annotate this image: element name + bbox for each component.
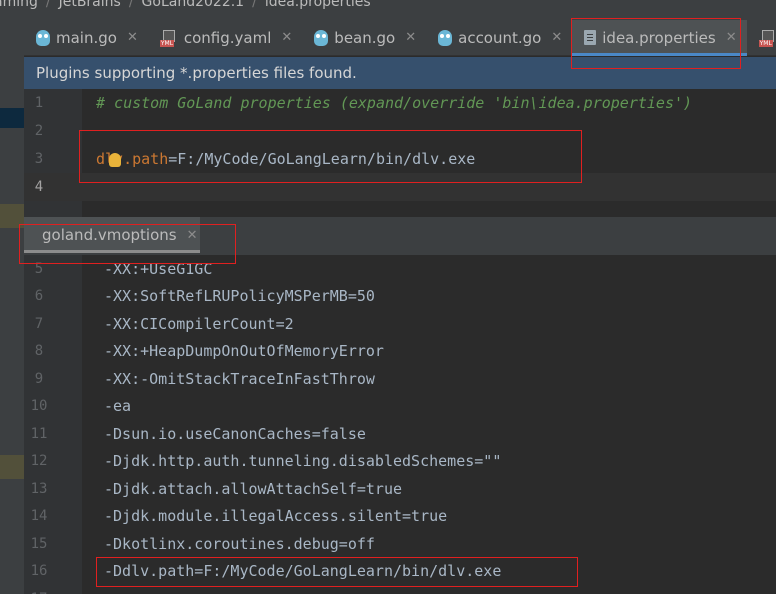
code-line[interactable]: 9 -XX:-OmitStackTraceInFastThrow [24,365,776,393]
notification-text: Plugins supporting *.properties files fo… [36,64,357,82]
editor-tabs: main.go ✕ YML config.yaml ✕ bean.go ✕ ac… [24,19,776,56]
tab-label: account.go [458,28,542,47]
line-number: 11 [30,425,48,442]
code-line[interactable]: 12 -Djdk.http.auth.tunneling.disabledSche… [24,448,776,476]
breadcrumb-item[interactable]: JetBrains [59,0,121,10]
line-number: 1 [34,95,44,111]
rail-selection [0,108,24,128]
tab-idea-properties[interactable]: idea.properties ✕ [572,19,747,56]
code-line[interactable]: 7 -XX:CICompilerCount=2 [24,310,776,338]
breadcrumb-separator: / [128,0,134,10]
line-number: 14 [30,508,48,525]
line-number: 2 [34,123,44,139]
tab-label: main.go [56,28,117,47]
close-icon[interactable]: ✕ [281,30,292,45]
rail-highlight [0,455,24,479]
code-line[interactable]: 10 -ea [24,393,776,421]
breadcrumb-separator: / [252,0,257,10]
code-line[interactable]: 14 -Djdk.module.illegalAccess.silent=true [24,503,776,531]
split-editor-tabs: goland.vmoptions ✕ [24,217,776,255]
tab-label: goland.vmoptions [42,226,177,244]
line-number: 10 [30,398,48,415]
tab-main-go[interactable]: main.go ✕ [24,20,148,56]
code-line[interactable]: 5 -XX:+UseG1GC [24,255,776,283]
left-tool-rail [0,20,24,594]
tab-label: idea.properties [602,28,716,47]
line-number: 16 [30,563,48,580]
gopher-icon [314,29,329,46]
code-line[interactable]: 6 -XX:SoftRefLRUPolicyMSPerMB=50 [24,283,776,311]
tab-account-go[interactable]: account.go ✕ [426,20,572,56]
code-text: -XX:+UseG1GC [104,259,213,278]
tab-goland-vmoptions[interactable]: goland.vmoptions ✕ [24,217,200,253]
breadcrumb-item[interactable]: idea.properties [265,0,371,10]
gopher-icon [36,29,50,46]
line-number: 9 [34,370,44,387]
tab-bean-go[interactable]: bean.go ✕ [302,20,426,56]
code-line[interactable]: 1 # custom GoLand properties (expand/ove… [24,89,776,117]
gopher-icon [438,29,453,46]
line-number: 6 [34,288,44,305]
line-number: 8 [34,343,44,360]
breadcrumb-separator: / [45,0,51,10]
code-text: -Dsun.io.useCanonCaches=false [104,424,366,443]
properties-editor[interactable]: 1 # custom GoLand properties (expand/ove… [24,89,776,217]
line-number: 13 [30,480,48,497]
line-number: 7 [34,315,44,332]
property-key: dlv.path [96,150,169,168]
code-text: -XX:SoftRefLRUPolicyMSPerMB=50 [104,287,375,306]
code-line[interactable]: 16 -Ddlv.path=F:/MyCode/GoLangLearn/bin/d… [24,558,776,586]
code-text: -Djdk.attach.allowAttachSelf=true [104,479,403,498]
line-number: 4 [34,179,44,195]
property-separator: = [168,150,178,168]
code-text: -XX:+HeapDumpOnOutOfMemoryError [104,342,384,361]
code-text: -Dkotlinx.coroutines.debug=off [104,534,375,553]
line-number: 3 [34,151,44,167]
code-line[interactable]: 15 -Dkotlinx.coroutines.debug=off [24,530,776,558]
breadcrumb: aming / JetBrains / GoLand2022.1 / idea.… [0,0,776,20]
close-icon[interactable]: ✕ [405,30,416,45]
breadcrumb-item[interactable]: aming [0,0,38,10]
code-text: -Djdk.http.auth.tunneling.disabledScheme… [104,452,502,471]
line-number: 15 [30,535,48,552]
plugins-notification[interactable]: Plugins supporting *.properties files fo… [24,57,776,89]
tab-label: config.yaml [183,28,272,47]
code-line[interactable]: 17 [24,585,776,594]
code-line[interactable]: 3 dlv.path=F:/MyCode/GoLangLearn/bin/dlv… [24,145,776,173]
close-icon[interactable]: ✕ [551,30,562,45]
close-icon[interactable]: ✕ [187,228,198,243]
code-text: -Djdk.module.illegalAccess.silent=true [104,507,448,526]
code-text: -Ddlv.path=F:/MyCode/GoLangLearn/bin/dlv… [104,562,502,581]
code-text: -XX:CICompilerCount=2 [104,314,294,333]
code-line-current[interactable]: 4 [24,173,776,201]
code-line[interactable]: 2 [24,117,776,145]
intention-bulb-icon[interactable] [109,153,121,167]
breadcrumb-item[interactable]: GoLand2022.1 [142,0,245,10]
vmoptions-editor[interactable]: 5 -XX:+UseG1GC 6 -XX:SoftRefLRUPolicyMSPer… [24,255,776,594]
code-line[interactable]: 11 -Dsun.io.useCanonCaches=false [24,420,776,448]
code-line[interactable]: 13 -Djdk.attach.allowAttachSelf=true [24,475,776,503]
yaml-file-icon: YML [159,29,178,47]
properties-file-icon [584,30,597,45]
yaml-file-icon: YML [758,29,776,47]
tab-config-yaml[interactable]: YML config.yaml ✕ [148,20,302,56]
property-value: F:/MyCode/GoLangLearn/bin/dlv.exe [177,150,476,168]
code-text: -ea [104,397,132,416]
comment-text: # custom GoLand properties (expand/overr… [96,94,693,112]
line-number: 12 [30,453,48,470]
line-number: 5 [34,260,44,277]
code-text: -XX:-OmitStackTraceInFastThrow [104,369,375,388]
close-icon[interactable]: ✕ [726,30,737,45]
tab-label: bean.go [334,28,396,47]
rail-highlight [0,204,24,228]
close-icon[interactable]: ✕ [127,30,138,45]
code-line[interactable]: 8 -XX:+HeapDumpOnOutOfMemoryError [24,338,776,366]
tab-overflow[interactable]: YML s [747,20,776,56]
